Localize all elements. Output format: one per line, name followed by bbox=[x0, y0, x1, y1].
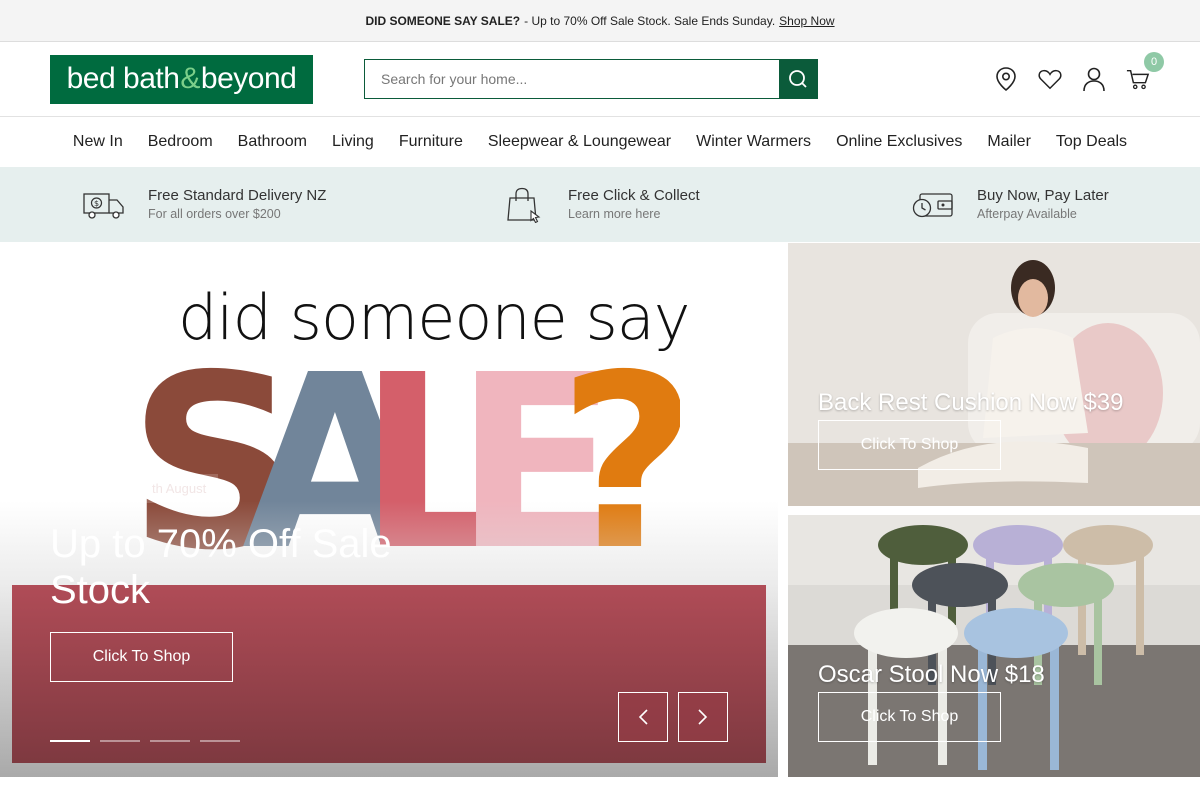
hero-headline: Up to 70% Off Sale Stock bbox=[50, 522, 392, 612]
location-pin-icon bbox=[996, 67, 1016, 92]
header-icons: 0 bbox=[994, 52, 1164, 94]
usp-delivery-sub: For all orders over $200 bbox=[148, 207, 281, 221]
user-icon bbox=[1083, 67, 1105, 92]
nav-item-mailer[interactable]: Mailer bbox=[975, 133, 1044, 151]
usp-click-collect-title: Free Click & Collect bbox=[568, 187, 700, 204]
search-box bbox=[364, 59, 818, 99]
search-button[interactable] bbox=[779, 60, 817, 98]
hero-date-tag: th August bbox=[140, 474, 219, 503]
header: bed bath & beyond Search for your home..… bbox=[0, 42, 1200, 116]
carousel-dot-1[interactable] bbox=[50, 740, 90, 742]
usp-pay-later[interactable]: Buy Now, Pay Later Afterpay Available bbox=[911, 185, 1109, 225]
wallet-clock-icon bbox=[911, 185, 955, 225]
carousel-next-button[interactable] bbox=[678, 692, 728, 742]
promo-tile-stool[interactable]: Oscar Stool Now $18 Click To Shop bbox=[788, 515, 1200, 777]
nav-item-top-deals[interactable]: Top Deals bbox=[1043, 133, 1139, 151]
shopping-bag-icon bbox=[502, 185, 546, 225]
nav-item-bedroom[interactable]: Bedroom bbox=[135, 133, 225, 151]
carousel-dot-3[interactable] bbox=[150, 740, 190, 742]
usp-delivery-title: Free Standard Delivery NZ bbox=[148, 187, 327, 204]
carousel-dot-4[interactable] bbox=[200, 740, 240, 742]
promo-shop-now-link[interactable]: Shop Now bbox=[779, 14, 834, 28]
logo-part1: bed bath bbox=[66, 62, 180, 95]
promo-tile-cushion[interactable]: Back Rest Cushion Now $39 Click To Shop bbox=[788, 243, 1200, 506]
carousel-dot-2[interactable] bbox=[100, 740, 140, 742]
delivery-truck-icon: $ bbox=[82, 185, 126, 225]
search-icon bbox=[789, 70, 807, 88]
account-button[interactable] bbox=[1082, 64, 1106, 94]
logo-amp: & bbox=[180, 62, 200, 95]
hero-tagline: did someone say bbox=[178, 281, 690, 354]
hero-carousel: did someone say S A L E ? th August Up t… bbox=[0, 243, 778, 777]
usp-strip: $ Free Standard Delivery NZ For all orde… bbox=[0, 167, 1200, 242]
heart-icon bbox=[1038, 69, 1062, 90]
main-nav: New In Bedroom Bathroom Living Furniture… bbox=[0, 116, 1200, 167]
carousel-dots bbox=[50, 740, 240, 742]
usp-click-collect-sub: Learn more here bbox=[568, 207, 661, 221]
logo-part2: beyond bbox=[200, 62, 297, 95]
cart-icon bbox=[1126, 69, 1150, 90]
chevron-right-icon bbox=[698, 709, 708, 725]
usp-pay-later-sub: Afterpay Available bbox=[977, 207, 1077, 221]
cart-button[interactable]: 0 bbox=[1126, 52, 1164, 94]
promo-bold: DID SOMEONE SAY SALE? bbox=[365, 13, 521, 28]
nav-item-bathroom[interactable]: Bathroom bbox=[225, 133, 319, 151]
usp-delivery[interactable]: $ Free Standard Delivery NZ For all orde… bbox=[82, 185, 326, 225]
svg-text:$: $ bbox=[94, 199, 99, 208]
tile-stool-title: Oscar Stool Now $18 bbox=[818, 661, 1045, 688]
chevron-left-icon bbox=[638, 709, 648, 725]
tile-cushion-shop-button[interactable]: Click To Shop bbox=[818, 420, 1001, 470]
tile-stool-shop-button[interactable]: Click To Shop bbox=[818, 692, 1001, 742]
nav-item-furniture[interactable]: Furniture bbox=[386, 133, 475, 151]
nav-item-new-in[interactable]: New In bbox=[60, 133, 135, 151]
store-locator-button[interactable] bbox=[994, 64, 1018, 94]
logo[interactable]: bed bath & beyond bbox=[50, 54, 313, 104]
nav-item-sleepwear[interactable]: Sleepwear & Loungewear bbox=[475, 133, 683, 151]
promo-bar: DID SOMEONE SAY SALE? - Up to 70% Off Sa… bbox=[0, 0, 1200, 42]
usp-pay-later-title: Buy Now, Pay Later bbox=[977, 187, 1109, 204]
hero-shop-button[interactable]: Click To Shop bbox=[50, 632, 233, 682]
search-input[interactable] bbox=[365, 60, 779, 98]
wishlist-button[interactable] bbox=[1038, 64, 1062, 94]
nav-item-living[interactable]: Living bbox=[320, 133, 387, 151]
tile-cushion-title: Back Rest Cushion Now $39 bbox=[818, 389, 1124, 416]
cart-count-badge: 0 bbox=[1144, 52, 1164, 72]
nav-item-winter-warmers[interactable]: Winter Warmers bbox=[684, 133, 824, 151]
promo-text: - Up to 70% Off Sale Stock. Sale Ends Su… bbox=[524, 13, 776, 28]
carousel-prev-button[interactable] bbox=[618, 692, 668, 742]
nav-item-online-exclusives[interactable]: Online Exclusives bbox=[824, 133, 975, 151]
usp-click-collect[interactable]: Free Click & Collect Learn more here bbox=[502, 185, 700, 225]
